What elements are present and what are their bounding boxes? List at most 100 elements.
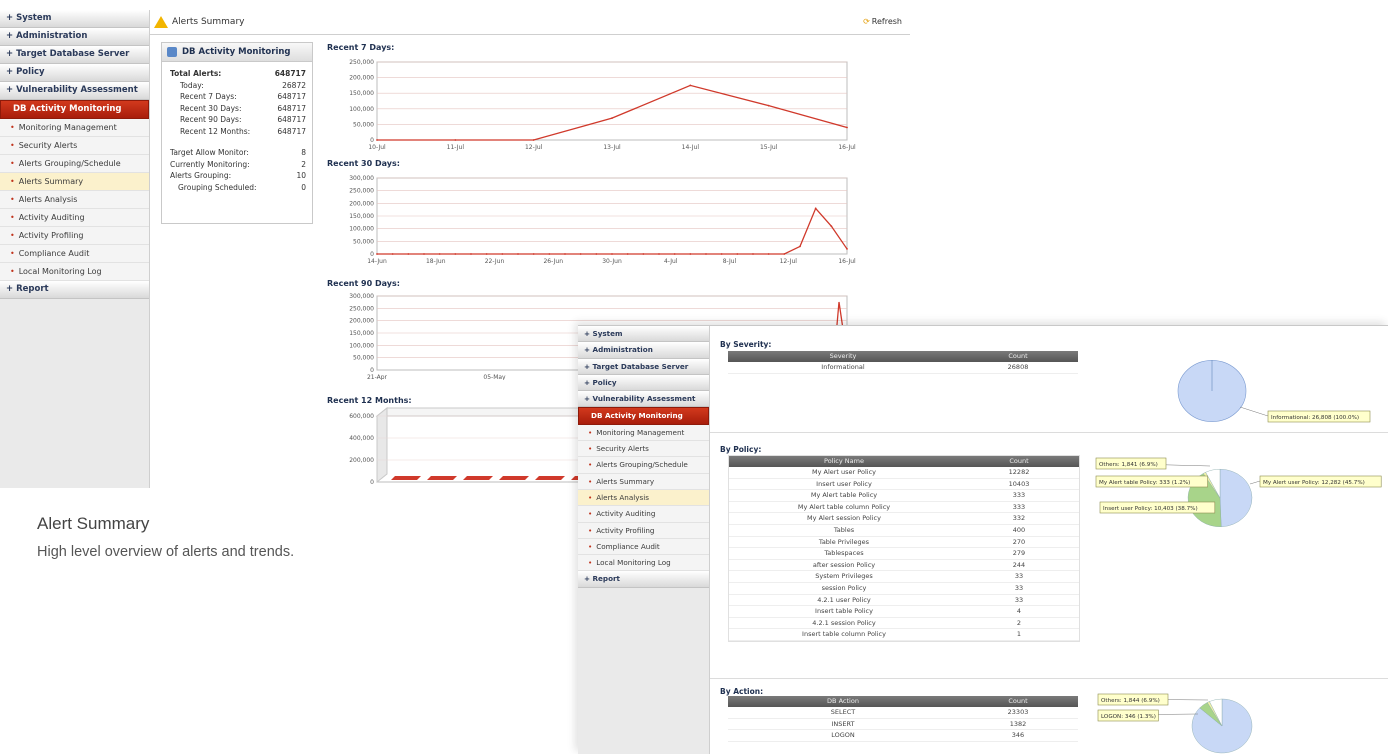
sidebar-item[interactable]: • Monitoring Management [0, 119, 149, 137]
sidebar-item[interactable]: • Security Alerts [578, 441, 709, 458]
data-point [611, 117, 613, 120]
stat-label: Alerts Grouping: [170, 171, 232, 180]
data-point [752, 253, 754, 255]
sidebar-section-header[interactable]: + Report [0, 281, 149, 299]
bar [535, 476, 565, 480]
table-header: DB Action Count [728, 696, 1078, 707]
column-header[interactable]: DB Action [728, 696, 958, 707]
sidebar-section-header[interactable]: + Vulnerability Assessment [0, 82, 149, 100]
sidebar-section-header[interactable]: + Administration [0, 28, 149, 46]
bullet-icon: • [10, 213, 15, 222]
callout-text: Insert user Policy: 10,403 (38.7%) [1103, 506, 1198, 512]
y-tick-label: 0 [370, 137, 374, 144]
table-cell: 346 [1011, 731, 1025, 740]
sidebar-item[interactable]: • Activity Auditing [578, 506, 709, 523]
sidebar-item[interactable]: • Compliance Audit [578, 538, 709, 556]
table-cell: 33 [1014, 595, 1024, 604]
sidebar-item[interactable]: • Activity Auditing [0, 209, 149, 227]
sidebar-item[interactable]: • Alerts Grouping/Schedule [0, 155, 149, 173]
sidebar-item[interactable]: • Security Alerts [0, 137, 149, 155]
bullet-icon: • [10, 249, 15, 258]
table-row: My Alert table column Policy 333 [729, 501, 1079, 514]
sidebar-section-header[interactable]: + System [0, 10, 149, 28]
sidebar-item[interactable]: • Alerts Analysis [0, 191, 149, 209]
y-tick-label: 200,000 [349, 318, 374, 325]
column-header[interactable]: Policy Name [729, 456, 959, 467]
column-header[interactable]: Count [958, 696, 1078, 707]
alerts-analysis-panel: By Severity: Severity Count Informational 2… [709, 326, 1388, 754]
plot-side [376, 406, 388, 484]
callout-text: My Alert table Policy: 333 (1.2%) [1099, 480, 1190, 486]
stat-label: Today: [180, 80, 204, 90]
sidebar-section-header[interactable]: + Policy [0, 64, 149, 82]
sidebar-item[interactable]: • Compliance Audit [0, 245, 149, 263]
table-row: 4.2.1 session Policy 2 [729, 617, 1079, 630]
y-tick-label: 250,000 [349, 188, 374, 195]
sidebar-item[interactable]: • Local Monitoring Log [0, 263, 149, 281]
table-cell: 244 [1012, 560, 1026, 569]
sidebar-active-item[interactable]: DB Activity Monitoring [578, 407, 709, 425]
sidebar-section-header[interactable]: + Target Database Server [578, 358, 709, 375]
table-row: 4.2.1 user Policy 33 [729, 594, 1079, 607]
section-divider [710, 432, 1388, 433]
recent-30-days-chart: 0 50,000 100,000 150,000 200,000 250,000 300,0… [349, 175, 856, 265]
table-cell: 4.2.1 session Policy [812, 618, 876, 627]
x-tick-label: 12-Jul [780, 258, 798, 265]
stat-value: 2 [301, 159, 306, 169]
data-point [517, 253, 519, 255]
database-icon [167, 47, 177, 57]
data-point [799, 245, 801, 248]
table-row: Tablespaces 279 [729, 548, 1079, 560]
bullet-icon: • [10, 177, 15, 186]
data-point [611, 253, 613, 255]
stat-row: Grouping Scheduled: 0 [170, 182, 312, 194]
sidebar-item[interactable]: • Alerts Summary [0, 173, 149, 191]
table-cell: System Privileges [815, 572, 873, 581]
y-tick-label: 100,000 [349, 106, 374, 113]
sidebar-section-header[interactable]: + System [578, 326, 709, 343]
bullet-icon: • [10, 195, 15, 204]
stat-row: Target Allow Monitor: 8 [170, 147, 312, 159]
table-row: INSERT 1382 [728, 718, 1078, 731]
sidebar-item[interactable]: • Local Monitoring Log [578, 555, 709, 572]
x-tick-label: 11-Jul [447, 144, 465, 151]
stat-value: 648717 [277, 115, 306, 124]
stat-value: 648717 [274, 69, 306, 78]
sidebar-section-header[interactable]: + Vulnerability Assessment [578, 391, 709, 408]
x-tick-label: 10-Jul [368, 144, 386, 151]
column-header[interactable]: Count [959, 456, 1079, 467]
table-cell: My Alert user Policy [811, 468, 876, 476]
sidebar-item[interactable]: • Alerts Analysis [578, 489, 709, 507]
table-cell: SELECT [830, 708, 856, 716]
data-point [830, 225, 833, 228]
sidebar-active-item[interactable]: DB Activity Monitoring [0, 100, 149, 119]
stat-label: Recent 12 Months: [180, 126, 251, 136]
table-row: after session Policy 244 [729, 559, 1079, 572]
section-divider [710, 678, 1388, 679]
recent-7-days-label: Recent 7 Days: [327, 43, 395, 52]
column-header[interactable]: Count [958, 351, 1078, 362]
sidebar-section-header[interactable]: + Administration [578, 342, 709, 359]
caption-title: Alert Summary [37, 514, 150, 533]
second-window: + System + Administration + Target Databas… [578, 325, 1388, 754]
sidebar-item[interactable]: • Alerts Summary [578, 473, 709, 490]
sidebar-item[interactable]: • Alerts Grouping/Schedule [578, 457, 709, 474]
column-header[interactable]: Severity [728, 351, 958, 362]
recent-12-months-label: Recent 12 Months: [327, 396, 412, 405]
policy-table: Policy Name Count My Alert user Policy 1228… [728, 455, 1080, 642]
sidebar-section-header[interactable]: + Report [578, 571, 709, 588]
sidebar-item[interactable]: • Monitoring Management [578, 424, 709, 442]
y-tick-label: 100,000 [349, 342, 374, 349]
refresh-button[interactable]: ⟳ Refresh [863, 17, 902, 26]
sidebar-item[interactable]: • Activity Profiling [0, 227, 149, 245]
data-point [454, 253, 457, 255]
sidebar-section-header[interactable]: + Policy [578, 374, 709, 392]
sidebar-item-label: Monitoring Management [18, 123, 117, 132]
callout-line [1239, 406, 1269, 417]
sidebar-item[interactable]: • Activity Profiling [578, 522, 709, 539]
recent-12-months-chart: 0 200,000 400,000 600,000 [349, 406, 622, 486]
sidebar-item-label: Activity Profiling [596, 525, 655, 535]
data-point [705, 253, 707, 255]
sidebar-section-header[interactable]: + Target Database Server [0, 46, 149, 64]
table-cell: Insert user Policy [816, 479, 872, 488]
